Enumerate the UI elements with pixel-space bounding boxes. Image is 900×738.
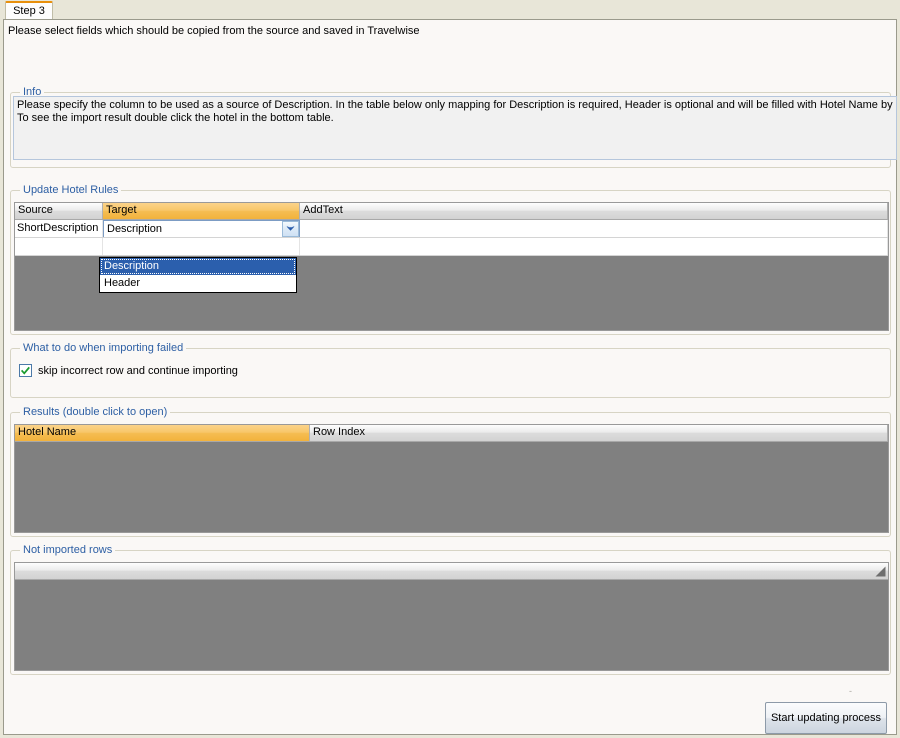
rules-col-source[interactable]: Source xyxy=(15,203,103,219)
tab-strip: Step 3 xyxy=(0,0,900,20)
table-row-new[interactable] xyxy=(15,238,888,256)
not-imported-group-title: Not imported rows xyxy=(20,544,116,556)
info-textbox: Please specify the column to be used as … xyxy=(13,96,897,160)
page-description: Please select fields which should be cop… xyxy=(8,25,420,37)
not-imported-grid-header xyxy=(15,563,888,580)
results-col-row-index[interactable]: Row Index xyxy=(310,425,888,441)
import-failure-group: What to do when importing failed skip in… xyxy=(10,342,891,398)
results-col-hotel-name[interactable]: Hotel Name xyxy=(15,425,310,441)
tab-step-3[interactable]: Step 3 xyxy=(5,1,53,20)
results-grid[interactable]: Hotel Name Row Index xyxy=(14,424,889,533)
cell-target[interactable]: Description xyxy=(103,220,300,237)
resize-grip-icon[interactable] xyxy=(875,566,886,577)
not-imported-col-blank[interactable] xyxy=(15,563,888,579)
cell-source-empty[interactable] xyxy=(15,238,103,255)
cell-source[interactable]: ShortDescription xyxy=(15,220,103,237)
skip-incorrect-row-checkbox[interactable]: skip incorrect row and continue importin… xyxy=(19,364,238,377)
cell-target-empty[interactable] xyxy=(103,238,300,255)
chevron-down-icon[interactable] xyxy=(282,221,299,237)
footer-tick-mark: - xyxy=(849,686,852,696)
failure-group-title: What to do when importing failed xyxy=(20,342,187,354)
application-window: Step 3 Please select fields which should… xyxy=(0,0,900,738)
dropdown-option-header[interactable]: Header xyxy=(100,275,296,292)
target-dropdown-list[interactable]: Description Header xyxy=(99,257,297,293)
checkbox-label: skip incorrect row and continue importin… xyxy=(38,364,238,377)
tab-page: Please select fields which should be cop… xyxy=(3,19,897,735)
rules-col-target[interactable]: Target xyxy=(103,203,300,219)
not-imported-grid-body xyxy=(15,580,888,670)
start-updating-process-button[interactable]: Start updating process xyxy=(765,702,887,734)
rules-col-addtext[interactable]: AddText xyxy=(300,203,888,219)
target-combobox-value: Description xyxy=(107,223,163,235)
update-hotel-rules-group: Update Hotel Rules Source Target AddText… xyxy=(10,184,891,335)
results-grid-header: Hotel Name Row Index xyxy=(15,425,888,442)
cell-addtext-empty[interactable] xyxy=(300,238,888,255)
dropdown-option-description[interactable]: Description xyxy=(100,258,296,275)
not-imported-grid[interactable] xyxy=(14,562,889,671)
tab-label: Step 3 xyxy=(13,5,45,17)
start-button-label: Start updating process xyxy=(770,712,882,724)
checkmark-icon[interactable] xyxy=(19,364,32,377)
not-imported-rows-group: Not imported rows xyxy=(10,544,891,675)
target-combobox[interactable]: Description xyxy=(103,220,300,237)
results-grid-body xyxy=(15,442,888,532)
table-row[interactable]: ShortDescription Description xyxy=(15,220,888,238)
info-group: Info Please specify the column to be use… xyxy=(10,86,897,168)
cell-addtext[interactable] xyxy=(300,220,888,237)
rules-group-title: Update Hotel Rules xyxy=(20,184,122,196)
results-group: Results (double click to open) Hotel Nam… xyxy=(10,406,891,537)
results-group-title: Results (double click to open) xyxy=(20,406,171,418)
info-line-1: Please specify the column to be used as … xyxy=(17,99,897,111)
rules-grid-header: Source Target AddText xyxy=(15,203,888,220)
info-line-2: To see the import result double click th… xyxy=(17,112,334,124)
